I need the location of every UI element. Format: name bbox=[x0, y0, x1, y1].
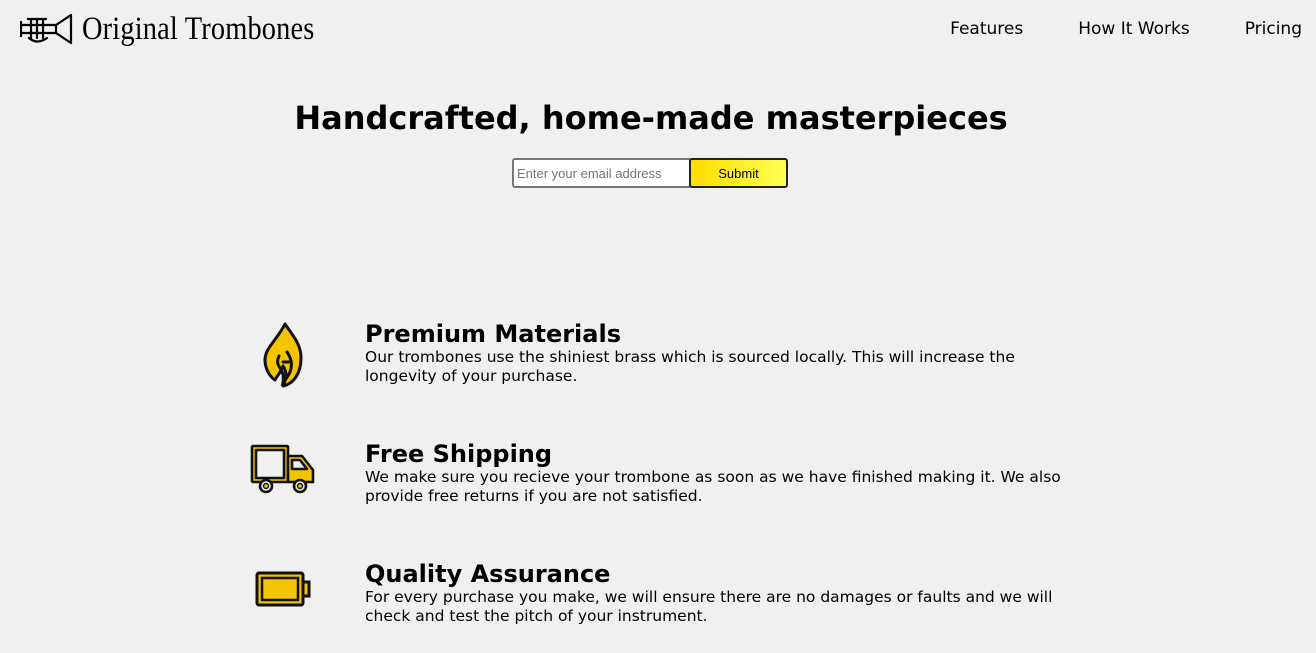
feature-text: Premium Materials Our trombones use the … bbox=[365, 320, 1065, 386]
submit-button[interactable]: Submit bbox=[689, 158, 788, 188]
email-input[interactable] bbox=[512, 158, 690, 188]
feature-text: Free Shipping We make sure you recieve y… bbox=[365, 440, 1065, 506]
feature-text: Quality Assurance For every purchase you… bbox=[365, 560, 1065, 626]
battery-icon bbox=[250, 554, 316, 624]
trombone-icon bbox=[20, 13, 73, 45]
truck-icon bbox=[250, 434, 316, 504]
feature-quality-assurance: Quality Assurance For every purchase you… bbox=[250, 560, 1070, 650]
feature-title: Quality Assurance bbox=[365, 560, 611, 588]
brand-logo[interactable]: Original Trombones bbox=[20, 10, 352, 48]
nav-link-pricing[interactable]: Pricing bbox=[1245, 18, 1302, 40]
feature-premium-materials: Premium Materials Our trombones use the … bbox=[250, 320, 1070, 410]
hero-title: Handcrafted, home-made masterpieces bbox=[294, 99, 1008, 137]
feature-title: Premium Materials bbox=[365, 320, 621, 348]
nav-link-features[interactable]: Features bbox=[950, 18, 1023, 40]
feature-description: Our trombones use the shiniest brass whi… bbox=[365, 348, 1015, 385]
site-header: Original Trombones Features How It Works… bbox=[0, 0, 1316, 60]
feature-description: For every purchase you make, we will ens… bbox=[365, 588, 1053, 625]
main-nav: Features How It Works Pricing bbox=[950, 18, 1302, 40]
nav-link-how-it-works[interactable]: How It Works bbox=[1078, 18, 1189, 40]
flame-icon bbox=[250, 320, 316, 390]
email-signup-form: Submit bbox=[512, 158, 788, 188]
feature-title: Free Shipping bbox=[365, 440, 553, 468]
brand-name: Original Trombones bbox=[82, 11, 315, 47]
feature-description: We make sure you recieve your trombone a… bbox=[365, 468, 1061, 505]
feature-free-shipping: Free Shipping We make sure you recieve y… bbox=[250, 440, 1070, 530]
